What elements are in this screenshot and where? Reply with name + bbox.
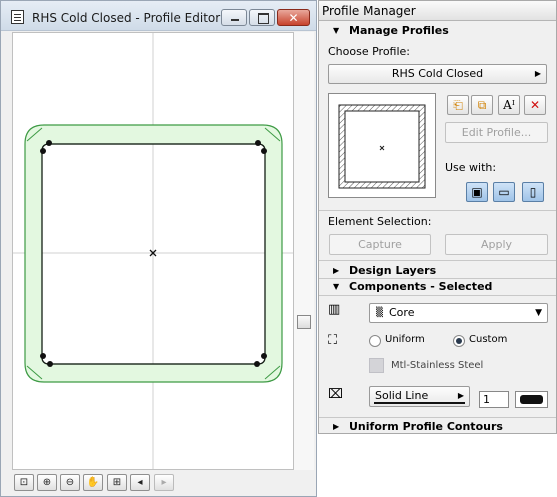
document-icon bbox=[11, 10, 24, 24]
hotspot[interactable] bbox=[261, 148, 267, 154]
design-layers-header[interactable]: ▶ Design Layers bbox=[319, 263, 556, 279]
solid-line-sample bbox=[374, 402, 465, 404]
uniform-contours-header[interactable]: ▶ Uniform Profile Contours bbox=[319, 419, 556, 435]
component-dropdown[interactable]: ▒ Core ▼ bbox=[369, 303, 548, 323]
column-icon: ▯ bbox=[529, 185, 537, 199]
hotspot[interactable] bbox=[47, 361, 53, 367]
uniform-label: Uniform bbox=[385, 334, 425, 345]
component-type-icon: ▥ bbox=[328, 302, 341, 317]
use-with-wall-button[interactable]: ▣ bbox=[466, 182, 488, 202]
design-layers-label: Design Layers bbox=[349, 264, 437, 277]
material-swatch[interactable] bbox=[369, 358, 384, 373]
zoom-in-button[interactable]: ⊕ bbox=[37, 474, 57, 491]
zoom-out-icon: ⊖ bbox=[65, 477, 75, 488]
delete-icon: ✕ bbox=[529, 98, 541, 112]
maximize-button[interactable] bbox=[249, 9, 275, 26]
hotspot[interactable] bbox=[40, 353, 46, 359]
zoom-toolbar: ⊡ ⊕ ⊖ ✋ ⊞ ◂ ▸ bbox=[12, 472, 314, 494]
profile-canvas[interactable] bbox=[12, 32, 294, 470]
new-profile-button[interactable]: ⎗ bbox=[447, 95, 469, 115]
custom-label: Custom bbox=[469, 334, 508, 345]
divider bbox=[319, 210, 556, 211]
close-icon: ✕ bbox=[288, 11, 299, 25]
vertical-scrollbar[interactable] bbox=[294, 32, 314, 470]
hotspot[interactable] bbox=[261, 353, 267, 359]
collapse-triangle-icon: ▼ bbox=[333, 282, 340, 291]
zoom-extents-icon: ⊞ bbox=[112, 477, 122, 488]
profile-manager-palette: Profile Manager ▼ Manage Profiles Choose… bbox=[318, 0, 557, 434]
use-with-label: Use with: bbox=[445, 161, 497, 174]
choose-profile-label: Choose Profile: bbox=[328, 45, 411, 58]
profile-dropdown-value: RHS Cold Closed bbox=[391, 67, 484, 80]
divider bbox=[319, 417, 556, 418]
rename-profile-button[interactable]: Aᴵ bbox=[498, 95, 520, 115]
manage-profiles-header[interactable]: ▼ Manage Profiles bbox=[319, 23, 556, 39]
zoom-next-icon: ▸ bbox=[161, 477, 167, 488]
surface-override-icon: ⛶ bbox=[328, 333, 338, 348]
close-button[interactable]: ✕ bbox=[277, 9, 310, 26]
element-selection-label: Element Selection: bbox=[328, 215, 432, 228]
chevron-right-icon: ▶ bbox=[534, 69, 541, 78]
profile-drawing bbox=[13, 33, 293, 469]
profile-dropdown[interactable]: RHS Cold Closed ▶ bbox=[328, 64, 547, 84]
profile-editor-window: RHS Cold Closed - Profile Editor ✕ ⊡ ⊕ ⊖… bbox=[0, 0, 317, 497]
hotspot[interactable] bbox=[40, 148, 46, 154]
beam-icon: ▭ bbox=[498, 185, 510, 199]
zoom-fit-button[interactable]: ⊡ bbox=[14, 474, 34, 491]
zoom-next-button[interactable]: ▸ bbox=[154, 474, 174, 491]
profile-preview bbox=[328, 93, 436, 198]
hotspot[interactable] bbox=[255, 140, 261, 146]
zoom-previous-icon: ◂ bbox=[137, 477, 143, 488]
editor-titlebar: RHS Cold Closed - Profile Editor ✕ bbox=[1, 1, 316, 31]
divider bbox=[319, 260, 556, 261]
duplicate-profile-icon: ⧉ bbox=[477, 98, 487, 112]
line-type-dropdown[interactable]: Solid Line ▶ bbox=[369, 386, 470, 407]
expand-triangle-icon: ▶ bbox=[333, 266, 340, 275]
editor-title: RHS Cold Closed - Profile Editor bbox=[32, 11, 221, 25]
components-header[interactable]: ▼ Components - Selected bbox=[319, 279, 556, 295]
rename-icon: Aᴵ bbox=[503, 98, 515, 112]
capture-button[interactable]: Capture bbox=[329, 234, 431, 255]
pen-color-button[interactable] bbox=[515, 391, 548, 408]
component-dropdown-value: Core bbox=[389, 306, 415, 319]
material-label: Mtl-Stainless Steel bbox=[391, 360, 484, 371]
zoom-in-icon: ⊕ bbox=[42, 477, 52, 488]
uniform-contours-label: Uniform Profile Contours bbox=[349, 420, 503, 433]
scroll-thumb[interactable] bbox=[297, 315, 311, 329]
zoom-fit-icon: ⊡ bbox=[19, 477, 29, 488]
uniform-radio[interactable] bbox=[369, 335, 381, 347]
pen-number-value: 1 bbox=[483, 393, 490, 406]
divider bbox=[319, 295, 556, 296]
new-profile-icon: ⎗ bbox=[453, 98, 463, 112]
apply-button[interactable]: Apply bbox=[445, 234, 548, 255]
line-type-icon: ⌧ bbox=[328, 387, 343, 402]
expand-triangle-icon: ▶ bbox=[333, 422, 340, 431]
use-with-beam-button[interactable]: ▭ bbox=[493, 182, 515, 202]
zoom-previous-button[interactable]: ◂ bbox=[130, 474, 150, 491]
hotspot[interactable] bbox=[46, 140, 52, 146]
hotspot[interactable] bbox=[254, 361, 260, 367]
pen-number-field[interactable]: 1 bbox=[479, 391, 509, 408]
preview-thumbnail bbox=[338, 104, 426, 189]
minimize-button[interactable] bbox=[221, 9, 247, 26]
duplicate-profile-button[interactable]: ⧉ bbox=[471, 95, 493, 115]
edit-profile-button[interactable]: Edit Profile... bbox=[445, 122, 548, 143]
pen-color-swatch bbox=[520, 395, 543, 404]
pan-button[interactable]: ✋ bbox=[83, 474, 103, 491]
core-icon: ▒ bbox=[376, 308, 383, 318]
zoom-out-button[interactable]: ⊖ bbox=[60, 474, 80, 491]
chevron-down-icon: ▼ bbox=[535, 308, 542, 318]
collapse-triangle-icon: ▼ bbox=[333, 26, 340, 35]
custom-radio[interactable] bbox=[453, 335, 465, 347]
palette-title: Profile Manager bbox=[319, 1, 556, 21]
delete-profile-button[interactable]: ✕ bbox=[524, 95, 546, 115]
wall-icon: ▣ bbox=[471, 185, 483, 199]
pan-hand-icon: ✋ bbox=[86, 477, 100, 488]
components-label: Components - Selected bbox=[349, 280, 493, 293]
use-with-column-button[interactable]: ▯ bbox=[522, 182, 544, 202]
zoom-extents-button[interactable]: ⊞ bbox=[107, 474, 127, 491]
manage-profiles-label: Manage Profiles bbox=[349, 24, 449, 37]
